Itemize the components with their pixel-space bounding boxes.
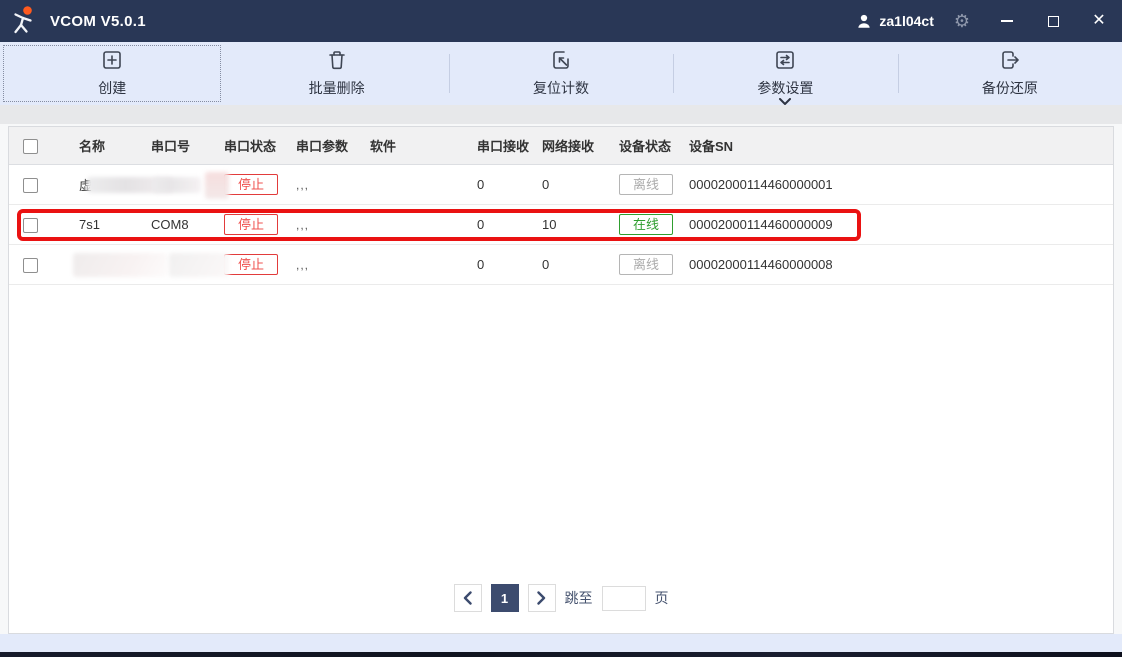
- device-status-badge: 离线: [619, 254, 673, 275]
- chevron-down-icon: [779, 98, 792, 105]
- redacted-text: [169, 253, 229, 277]
- jump-page-input[interactable]: [601, 585, 646, 611]
- cell-serial-rx: 0: [477, 217, 485, 232]
- cell-serial-rx: 0: [477, 177, 485, 192]
- header-serial-rx: 串口接收: [477, 139, 530, 154]
- add-square-icon: [103, 51, 122, 69]
- pagination: 1 跳至 页: [9, 584, 1113, 612]
- redacted-text: [153, 177, 201, 193]
- cell-sn: 00002000114460000008: [689, 257, 833, 272]
- app-logo-icon: [14, 6, 32, 34]
- table-row[interactable]: 停止 ,,, 0 0 离线 00002000114460000008: [9, 245, 1113, 285]
- reset-count-icon: [553, 51, 569, 69]
- header-com: 串口号: [151, 139, 191, 154]
- maximize-button[interactable]: [1030, 0, 1076, 42]
- cell-sn: 00002000114460000009: [689, 217, 833, 232]
- titlebar: VCOM V5.0.1 za1l04ct ⚙ ✕: [0, 0, 1122, 42]
- create-label: 创建: [98, 80, 127, 96]
- cell-net-rx: 10: [542, 217, 557, 232]
- redacted-text: [205, 172, 229, 199]
- cell-port-params: ,,,: [296, 217, 310, 232]
- row-checkbox[interactable]: [23, 177, 38, 193]
- batch-delete-label: 批量删除: [308, 80, 365, 96]
- toolbar-substrip: [0, 105, 1122, 124]
- backup-restore-icon: [1002, 51, 1019, 69]
- cell-serial-rx: 0: [477, 257, 485, 272]
- settings-params-icon: [776, 51, 795, 69]
- cell-name: 7s1: [79, 217, 100, 232]
- backup-restore-label: 备份还原: [981, 80, 1038, 96]
- header-port-params: 串口参数: [296, 139, 349, 154]
- header-sn: 设备SN: [689, 139, 734, 154]
- port-status-badge: 停止: [224, 214, 278, 235]
- trash-icon: [328, 51, 345, 70]
- device-status-badge: 离线: [619, 174, 673, 195]
- table-row[interactable]: 虚 停止 ,,, 0 0 离线 00002000114460000001: [9, 165, 1113, 205]
- row-checkbox[interactable]: [23, 217, 38, 233]
- header-net-rx: 网络接收: [542, 139, 595, 154]
- cell-net-rx: 0: [542, 177, 550, 192]
- gear-icon[interactable]: ⚙: [954, 12, 970, 30]
- port-status-badge: 停止: [224, 254, 278, 275]
- table-header-row: 名称 串口号 串口状态 串口参数 软件 串口接收 网络接收 设备状态 设备SN: [9, 127, 1113, 165]
- chevron-right-icon: [537, 591, 546, 605]
- current-page[interactable]: 1: [490, 584, 519, 612]
- header-name: 名称: [79, 139, 106, 154]
- minimize-button[interactable]: [984, 0, 1030, 42]
- cell-port-params: ,,,: [296, 257, 310, 272]
- param-settings-label: 参数设置: [757, 80, 814, 96]
- cell-port-params: ,,,: [296, 177, 310, 192]
- device-status-badge: 在线: [619, 214, 673, 235]
- device-table-panel: 名称 串口号 串口状态 串口参数 软件 串口接收 网络接收 设备状态 设备SN …: [8, 126, 1114, 634]
- close-icon: ✕: [1092, 12, 1106, 29]
- select-all-checkbox[interactable]: [23, 138, 38, 154]
- redacted-text: [73, 253, 167, 277]
- maximize-icon: [1047, 15, 1059, 27]
- toolbar: 创建 批量删除 复位计数 参数设置 备份还原: [0, 42, 1122, 105]
- app-title: VCOM V5.0.1: [50, 12, 146, 30]
- backup-restore-button[interactable]: 备份还原: [897, 42, 1122, 105]
- table-row[interactable]: 7s1 COM8 停止 ,,, 0 10 在线 0000200011446000…: [9, 205, 1113, 245]
- user-account[interactable]: za1l04ct: [855, 12, 934, 30]
- create-button[interactable]: 创建: [0, 42, 224, 105]
- reset-count-label: 复位计数: [533, 80, 590, 96]
- chevron-left-icon: [463, 591, 472, 605]
- header-port-status: 串口状态: [224, 139, 277, 154]
- jump-to-label: 跳至: [564, 590, 593, 606]
- header-device-status: 设备状态: [619, 139, 672, 154]
- port-status-badge: 停止: [224, 174, 278, 195]
- footer-strip: [0, 634, 1122, 652]
- header-software: 软件: [370, 139, 397, 154]
- batch-delete-button[interactable]: 批量删除: [224, 42, 448, 105]
- next-page-button[interactable]: [527, 584, 556, 612]
- prev-page-button[interactable]: [453, 584, 482, 612]
- username-label: za1l04ct: [879, 13, 934, 29]
- minimize-icon: [1001, 20, 1013, 22]
- close-button[interactable]: ✕: [1076, 0, 1122, 42]
- reset-count-button[interactable]: 复位计数: [448, 42, 673, 105]
- row-checkbox[interactable]: [23, 257, 38, 273]
- cell-net-rx: 0: [542, 257, 550, 272]
- page-unit-label: 页: [654, 590, 669, 606]
- cell-sn: 00002000114460000001: [689, 177, 833, 192]
- taskbar-edge: [0, 652, 1122, 657]
- cell-com: COM8: [151, 217, 189, 232]
- user-icon: [858, 14, 870, 28]
- param-settings-button[interactable]: 参数设置: [673, 42, 897, 105]
